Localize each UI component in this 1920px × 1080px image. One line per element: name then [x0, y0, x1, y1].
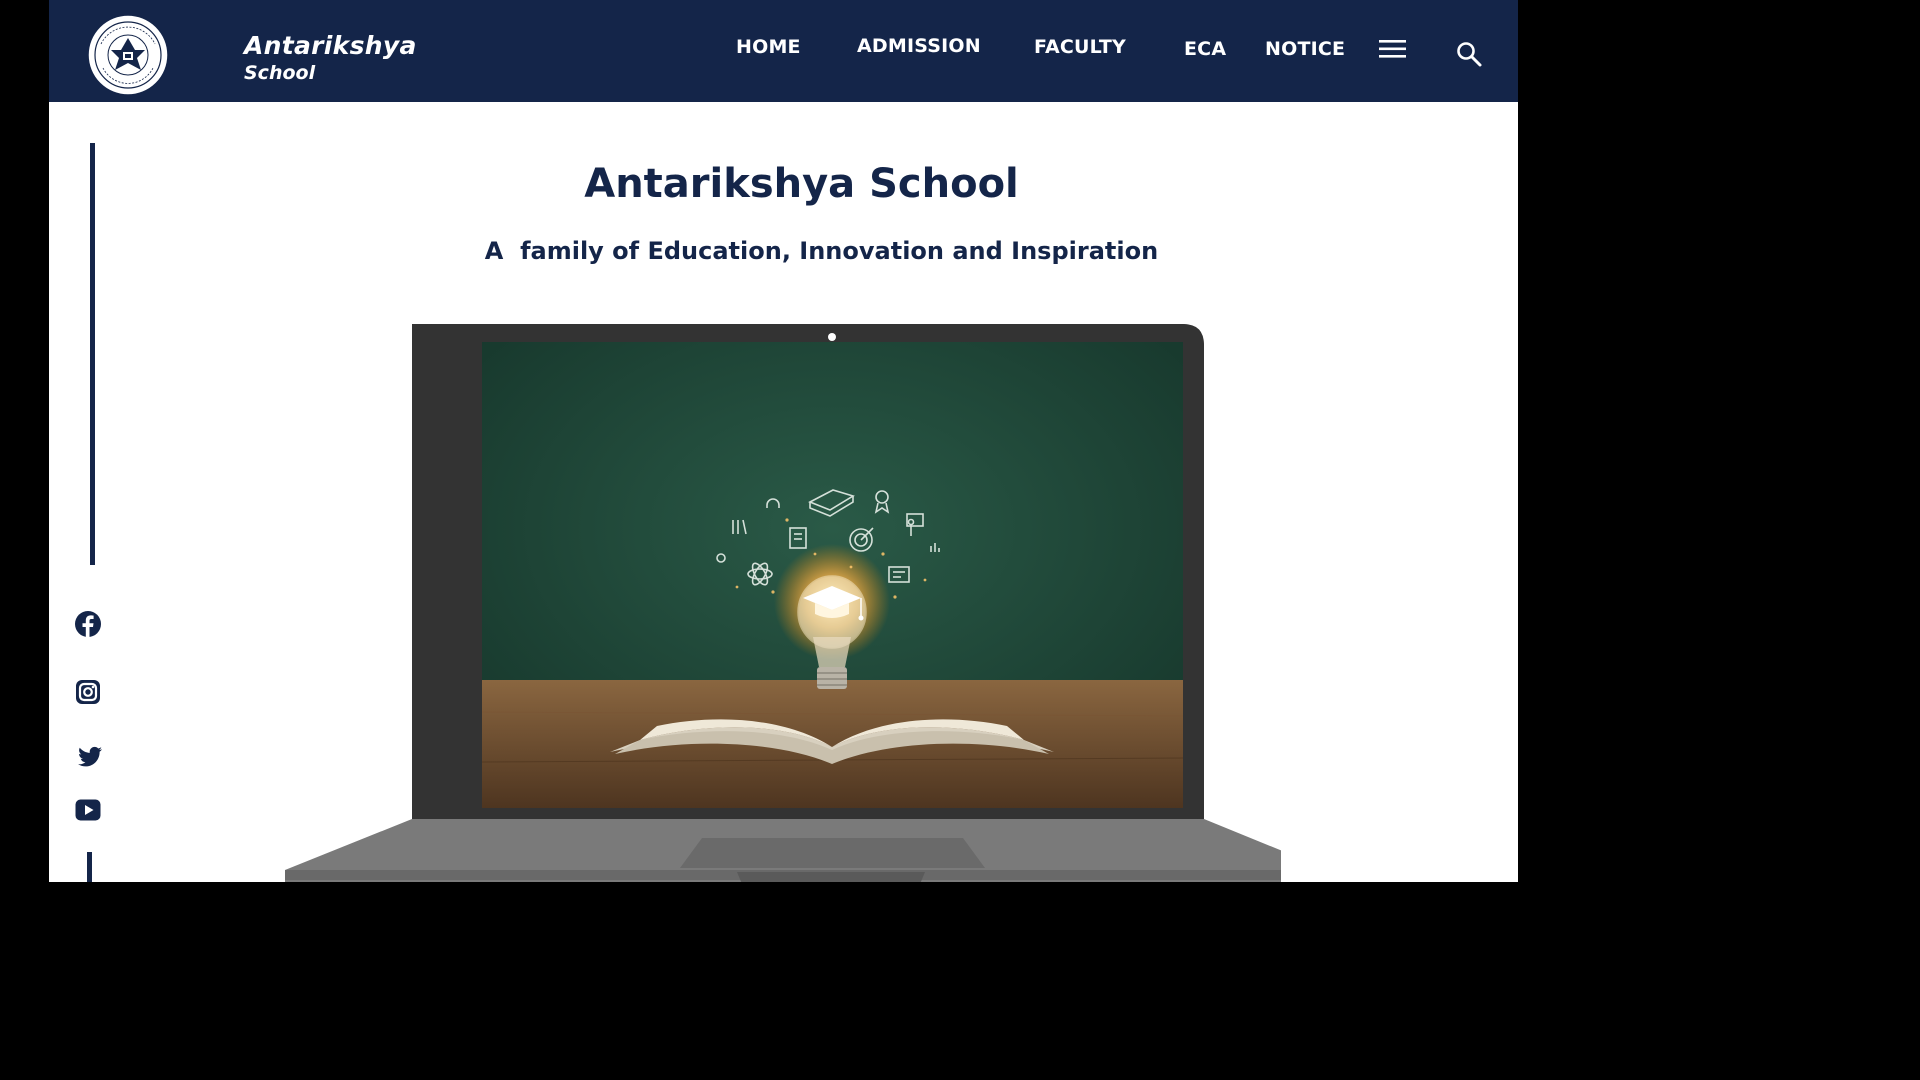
nav-eca[interactable]: ECA [1184, 38, 1226, 60]
brand-name: Antarikshya [244, 31, 417, 60]
youtube-icon[interactable] [74, 796, 102, 824]
navbar: Antarikshya School HOME ADMISSION FACULT… [49, 0, 1518, 102]
nav-admission[interactable]: ADMISSION [857, 35, 981, 57]
camera-dot [828, 333, 836, 341]
page-title: Antarikshya School [584, 161, 1019, 207]
search-icon[interactable] [1455, 40, 1483, 68]
nav-home[interactable]: HOME [736, 36, 801, 58]
page-subtitle: A family of Education, Innovation and In… [484, 237, 1159, 265]
page: Antarikshya School HOME ADMISSION FACULT… [49, 0, 1518, 882]
screen-image [481, 342, 1184, 808]
laptop-illustration [285, 324, 1281, 882]
facebook-icon[interactable] [74, 610, 102, 638]
hamburger-menu-icon[interactable] [1379, 38, 1407, 60]
instagram-icon[interactable] [74, 678, 102, 706]
school-emblem-icon[interactable] [87, 14, 169, 96]
nav-faculty[interactable]: FACULTY [1034, 36, 1126, 58]
side-divider-bottom [87, 852, 92, 882]
brand-subtitle: School [244, 62, 316, 84]
brand[interactable]: Antarikshya School [244, 30, 417, 84]
twitter-icon[interactable] [76, 743, 104, 771]
nav-notice[interactable]: NOTICE [1265, 38, 1345, 60]
laptop-trackpad [680, 838, 985, 868]
